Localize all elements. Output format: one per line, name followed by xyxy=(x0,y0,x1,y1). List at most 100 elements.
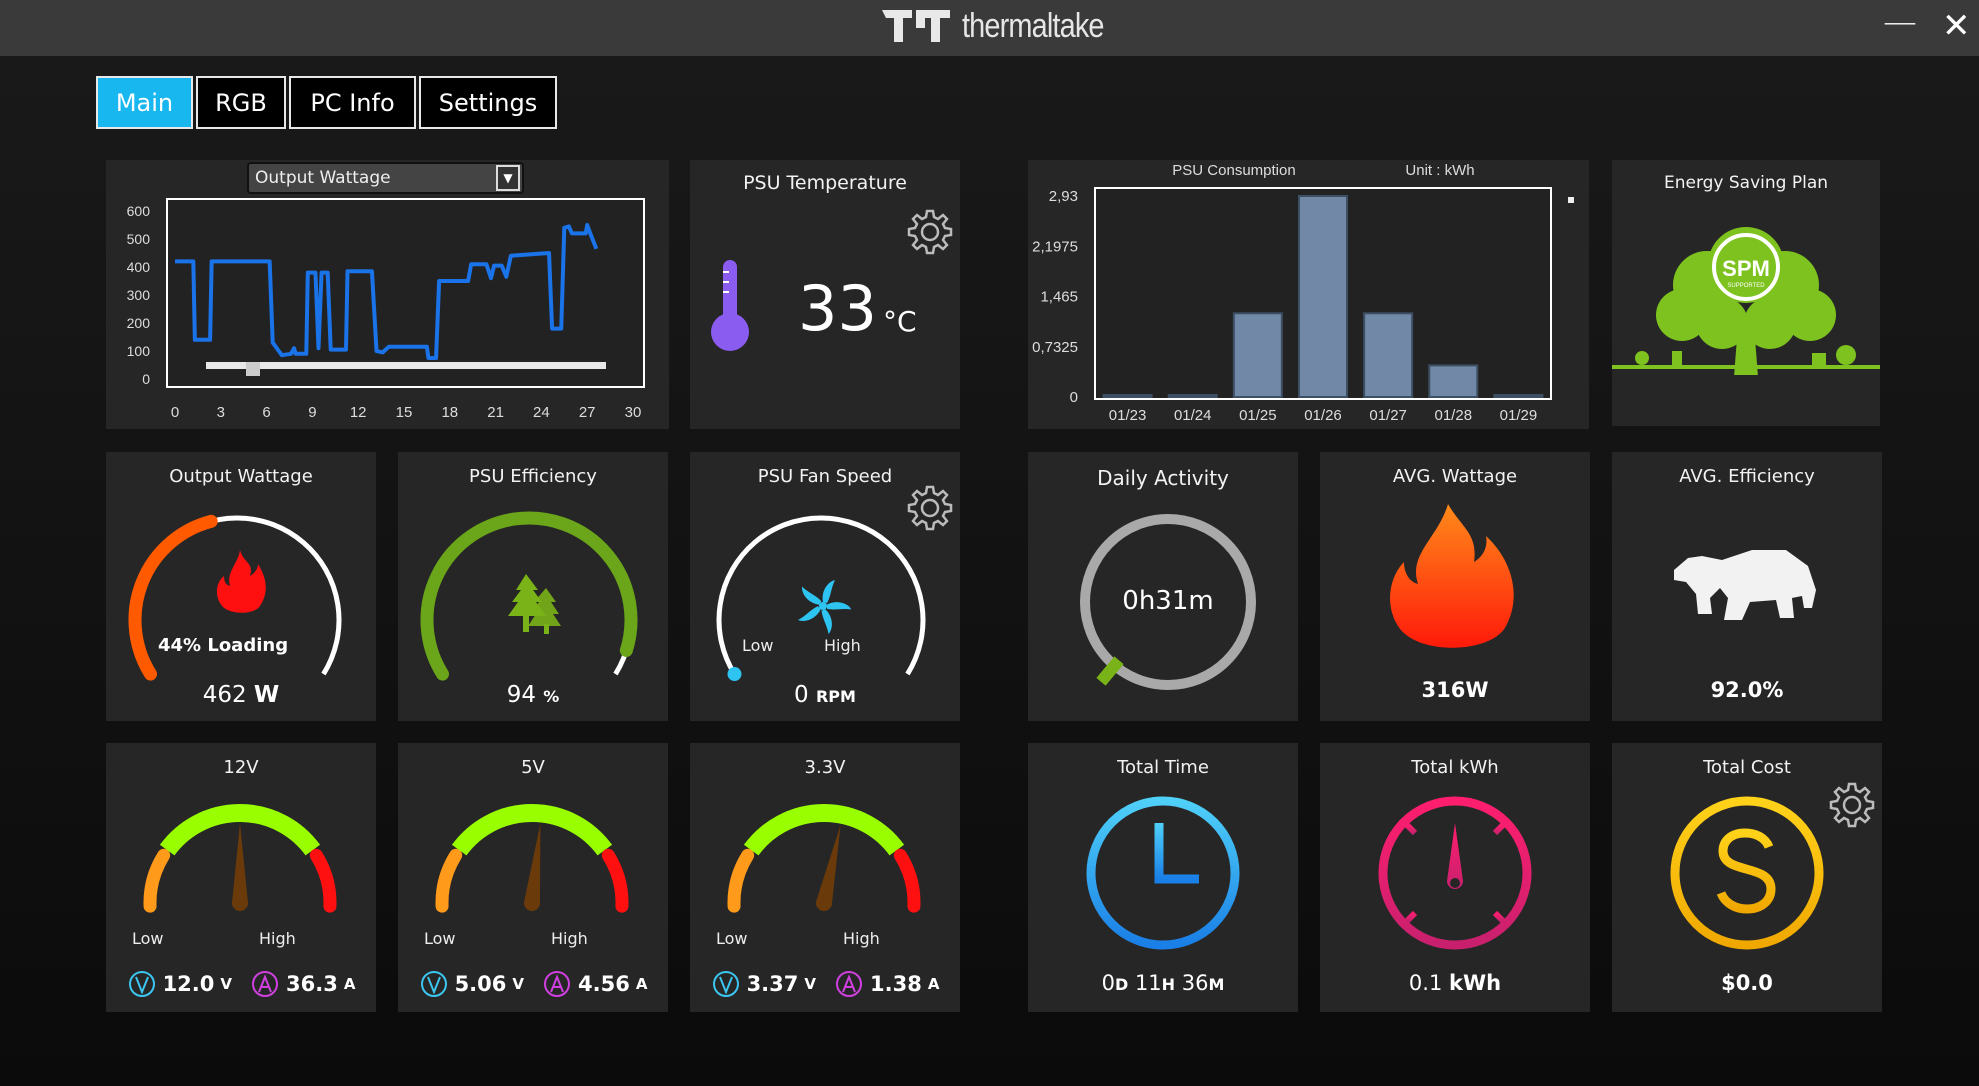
x-tick-label: 01/26 xyxy=(1304,407,1342,424)
y-tick-label: 0 xyxy=(142,371,150,387)
x-tick-label: 01/29 xyxy=(1500,407,1538,424)
bar-01/23 xyxy=(1102,394,1153,398)
tab-rgb[interactable]: RGB xyxy=(196,76,286,129)
current-value: 4.56 xyxy=(578,972,630,996)
current-unit: A xyxy=(635,975,648,993)
needle-pivot xyxy=(524,895,540,911)
daily-activity-card: Daily Activity 0h31m xyxy=(1028,452,1298,721)
x-tick-label: 27 xyxy=(579,404,596,421)
bar-01/28 xyxy=(1428,364,1479,398)
x-tick-label: 01/24 xyxy=(1174,407,1212,424)
polar-bear-icon xyxy=(1674,550,1816,620)
x-tick-label: 3 xyxy=(217,404,225,421)
minimize-button[interactable]: — xyxy=(1883,2,1917,42)
y-tick-label: 2,1975 xyxy=(1032,238,1078,255)
legend-marker xyxy=(1568,197,1574,203)
tt-logo-icon xyxy=(882,10,950,42)
psu-fan-speed-card: PSU Fan Speed Low High 0 RPM xyxy=(690,452,960,721)
tab-settings[interactable]: Settings xyxy=(419,76,557,129)
high-label: High xyxy=(259,929,296,948)
x-tick-label: 0 xyxy=(171,404,179,421)
flame-icon xyxy=(216,550,266,613)
hours-unit: H xyxy=(1161,975,1176,994)
fire-icon xyxy=(1390,504,1514,648)
gear-icon[interactable] xyxy=(1828,781,1876,829)
horizontal-scrollbar[interactable] xyxy=(206,362,606,369)
wattage-unit: W xyxy=(253,682,280,708)
psu-consumption-bar-chart: PSU Consumption Unit : kWh 2,93 2,1975 1,465… xyxy=(1032,162,1574,424)
spm-tree-logo[interactable]: SPM SUPPORTED xyxy=(1612,215,1880,375)
y-tick-label: 0,7325 xyxy=(1032,339,1078,356)
low-zone-arc xyxy=(435,848,463,913)
card-title: Energy Saving Plan xyxy=(1663,173,1829,193)
total-cost-card: Total Cost $0.0 xyxy=(1612,743,1882,1012)
y-tick-label: 0 xyxy=(1070,389,1078,406)
bar-01/25 xyxy=(1232,312,1283,399)
temperature-unit: °C xyxy=(883,305,917,338)
psu-temperature-card: PSU Temperature 33 °C xyxy=(690,160,960,429)
gauge-needle xyxy=(232,823,248,903)
voltage-value: 12.0 xyxy=(162,972,215,996)
chart-title: PSU Consumption xyxy=(1172,162,1295,179)
x-tick-label: 21 xyxy=(487,404,504,421)
close-button[interactable]: ✕ xyxy=(1942,6,1971,46)
rail-12v-card: 12V Low High 12.0 V 36.3 A xyxy=(106,743,376,1012)
total-time-card: Total Time 0D 11H 36M xyxy=(1028,743,1298,1012)
psu-efficiency-card: PSU Efficiency 94 % xyxy=(398,452,668,721)
spm-logo-text: SPM xyxy=(1722,256,1770,281)
normal-zone-arc xyxy=(743,804,905,856)
volt-icon xyxy=(420,971,447,997)
title-bar: thermaltake — ✕ xyxy=(0,0,1979,56)
bar-01/27 xyxy=(1363,312,1414,399)
current-unit: A xyxy=(343,975,356,993)
card-title: Total Cost xyxy=(1703,757,1791,778)
high-zone-arc xyxy=(893,848,921,913)
spm-logo-sub: SUPPORTED xyxy=(1727,283,1765,289)
rail-3v3-card: 3.3V Low High 3.37 V 1.38 A xyxy=(690,743,960,1012)
gauge-needle xyxy=(524,823,541,904)
avg-wattage-value: 316W xyxy=(1421,678,1489,702)
low-label: Low xyxy=(424,929,456,948)
high-zone-arc xyxy=(309,848,337,913)
output-wattage-card: Output Wattage 44% Loading 462 W xyxy=(106,452,376,721)
avg-wattage-card: AVG. Wattage 316W xyxy=(1320,452,1590,721)
tab-pc-info[interactable]: PC Info xyxy=(289,76,416,129)
total-cost-value: $0.0 xyxy=(1721,971,1773,995)
high-label: High xyxy=(843,929,880,948)
bar-01/26 xyxy=(1298,195,1348,398)
x-tick-label: 15 xyxy=(396,404,413,421)
y-tick-label: 100 xyxy=(127,343,151,359)
ampere-icon xyxy=(836,971,862,997)
energy-saving-card: Energy Saving Plan SPM SUPPORTED xyxy=(1612,160,1880,426)
x-tick-label: 01/27 xyxy=(1369,407,1407,424)
trees-icon xyxy=(508,574,561,634)
y-tick-label: 1,465 xyxy=(1040,289,1078,306)
high-zone-arc xyxy=(601,848,629,913)
tab-bar: Main RGB PC Info Settings xyxy=(96,76,557,129)
x-tick-label: 24 xyxy=(533,404,550,421)
tab-main[interactable]: Main xyxy=(96,76,193,129)
card-title: Total Time xyxy=(1117,757,1209,778)
total-kwh-value: 0.1 xyxy=(1408,971,1443,995)
unit-label: Unit : kWh xyxy=(1405,162,1474,179)
x-tick-label: 18 xyxy=(441,404,458,421)
y-tick-label: 600 xyxy=(127,203,151,219)
efficiency-value: 94 xyxy=(506,682,536,708)
avg-efficiency-value: 92.0% xyxy=(1710,678,1784,702)
fan-icon xyxy=(798,580,851,634)
scrollbar-thumb[interactable] xyxy=(246,362,260,376)
temperature-value: 33 xyxy=(798,272,877,345)
needle-pivot xyxy=(232,895,248,911)
voltage-unit: V xyxy=(220,975,232,993)
card-title: Total kWh xyxy=(1411,757,1499,778)
gear-icon[interactable] xyxy=(906,208,954,256)
needle-pivot xyxy=(816,895,832,911)
x-tick-label: 01/25 xyxy=(1239,407,1277,424)
y-tick-label: 200 xyxy=(127,315,151,331)
psu-consumption-card: PSU Consumption Unit : kWh 2,93 2,1975 1,465… xyxy=(1028,160,1589,429)
output-wattage-line-chart: 600 500 400 300 200 100 0 0 3 6 9 12 15 18 21 24 27 30 xyxy=(127,198,645,421)
minutes-value: 36 xyxy=(1181,971,1209,995)
days-value: 0 xyxy=(1101,971,1115,995)
fan-low-label: Low xyxy=(742,636,774,655)
y-tick-label: 300 xyxy=(127,287,151,303)
